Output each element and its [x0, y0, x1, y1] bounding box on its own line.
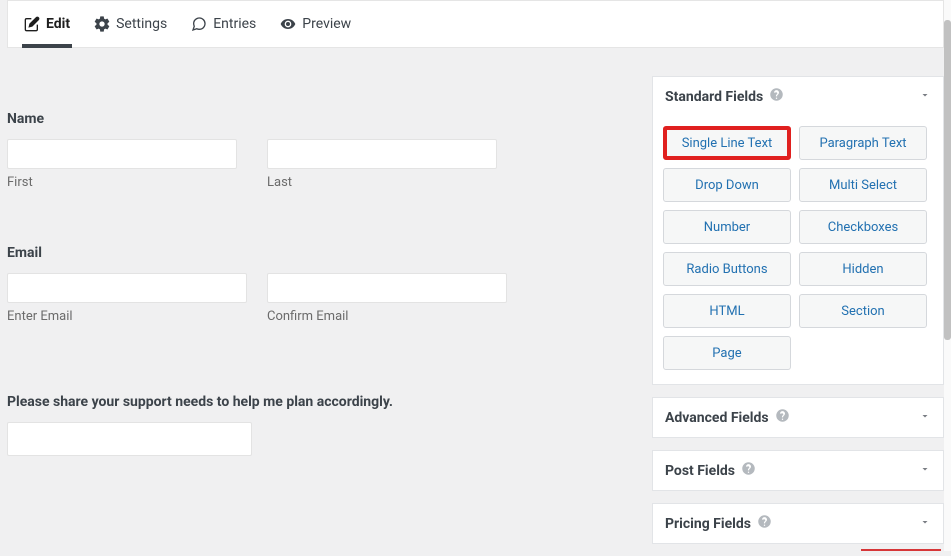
field-btn-label: Number: [704, 220, 750, 235]
panel-standard-fields: Standard Fields Single Line Text Paragra…: [652, 76, 944, 385]
field-btn-label: HTML: [709, 304, 744, 319]
email-field-group[interactable]: Email Enter Email Confirm Email: [7, 245, 636, 324]
first-sublabel: First: [7, 175, 247, 190]
caret-down-icon: [919, 89, 931, 105]
field-btn-label: Page: [712, 346, 741, 361]
tab-label: Settings: [116, 16, 167, 32]
field-btn-label: Single Line Text: [682, 136, 773, 151]
confirm-email-sublabel: Confirm Email: [267, 309, 507, 324]
field-btn-label: Radio Buttons: [686, 262, 767, 277]
panel-header-pricing[interactable]: Pricing Fields: [653, 504, 943, 543]
field-btn-multi-select[interactable]: Multi Select: [799, 168, 927, 202]
panel-title-label: Standard Fields: [665, 89, 763, 105]
help-icon[interactable]: [769, 87, 784, 106]
support-field-group[interactable]: Please share your support needs to help …: [7, 394, 636, 456]
tab-edit[interactable]: Edit: [24, 1, 70, 47]
panel-pricing-fields: Pricing Fields: [652, 503, 944, 544]
top-tab-bar: Edit Settings Entries Preview: [7, 0, 944, 48]
field-btn-drop-down[interactable]: Drop Down: [663, 168, 791, 202]
field-btn-html[interactable]: HTML: [663, 294, 791, 328]
confirm-email-input[interactable]: [267, 273, 507, 303]
field-btn-radio-buttons[interactable]: Radio Buttons: [663, 252, 791, 286]
field-btn-number[interactable]: Number: [663, 210, 791, 244]
name-label: Name: [7, 111, 636, 127]
caret-down-icon: [919, 410, 931, 426]
enter-email-sublabel: Enter Email: [7, 309, 247, 324]
field-btn-checkboxes[interactable]: Checkboxes: [799, 210, 927, 244]
help-icon[interactable]: [741, 461, 756, 480]
field-btn-hidden[interactable]: Hidden: [799, 252, 927, 286]
field-btn-label: Multi Select: [829, 178, 897, 193]
support-input[interactable]: [7, 422, 252, 456]
support-label: Please share your support needs to help …: [7, 394, 636, 410]
field-btn-single-line-text[interactable]: Single Line Text: [663, 126, 791, 160]
eye-icon: [280, 16, 296, 32]
vertical-scrollbar[interactable]: [944, 0, 951, 551]
scroll-thumb[interactable]: [944, 20, 951, 340]
panel-header-post[interactable]: Post Fields: [653, 451, 943, 490]
panel-title-label: Advanced Fields: [665, 410, 769, 426]
help-icon[interactable]: [757, 514, 772, 533]
last-name-input[interactable]: [267, 139, 497, 169]
last-sublabel: Last: [267, 175, 507, 190]
help-icon[interactable]: [775, 408, 790, 427]
caret-down-icon: [919, 463, 931, 479]
first-name-input[interactable]: [7, 139, 237, 169]
field-btn-page[interactable]: Page: [663, 336, 791, 370]
tab-settings[interactable]: Settings: [94, 1, 167, 47]
email-label: Email: [7, 245, 636, 261]
panel-title-label: Post Fields: [665, 463, 735, 479]
panel-advanced-fields: Advanced Fields: [652, 397, 944, 438]
enter-email-input[interactable]: [7, 273, 247, 303]
field-btn-label: Hidden: [842, 262, 883, 277]
panel-header-standard[interactable]: Standard Fields: [653, 77, 943, 116]
tab-preview[interactable]: Preview: [280, 1, 351, 47]
name-field-group[interactable]: Name First Last: [7, 111, 636, 190]
panel-post-fields: Post Fields: [652, 450, 944, 491]
tab-entries[interactable]: Entries: [191, 1, 256, 47]
field-btn-section[interactable]: Section: [799, 294, 927, 328]
sidebar: Standard Fields Single Line Text Paragra…: [652, 56, 944, 556]
field-btn-label: Section: [841, 304, 884, 319]
form-canvas: Name First Last Email Enter Email: [7, 56, 636, 556]
field-btn-label: Drop Down: [695, 178, 759, 193]
pencil-square-icon: [24, 16, 40, 32]
tab-label: Entries: [213, 16, 256, 32]
caret-down-icon: [919, 516, 931, 532]
field-btn-label: Paragraph Text: [819, 136, 906, 151]
field-btn-label: Checkboxes: [828, 220, 898, 235]
tab-label: Edit: [46, 16, 70, 32]
tab-label: Preview: [302, 16, 351, 32]
panel-title-label: Pricing Fields: [665, 516, 751, 532]
gears-icon: [94, 16, 110, 32]
speech-bubble-icon: [191, 16, 207, 32]
panel-header-advanced[interactable]: Advanced Fields: [653, 398, 943, 437]
field-btn-paragraph-text[interactable]: Paragraph Text: [799, 126, 927, 160]
